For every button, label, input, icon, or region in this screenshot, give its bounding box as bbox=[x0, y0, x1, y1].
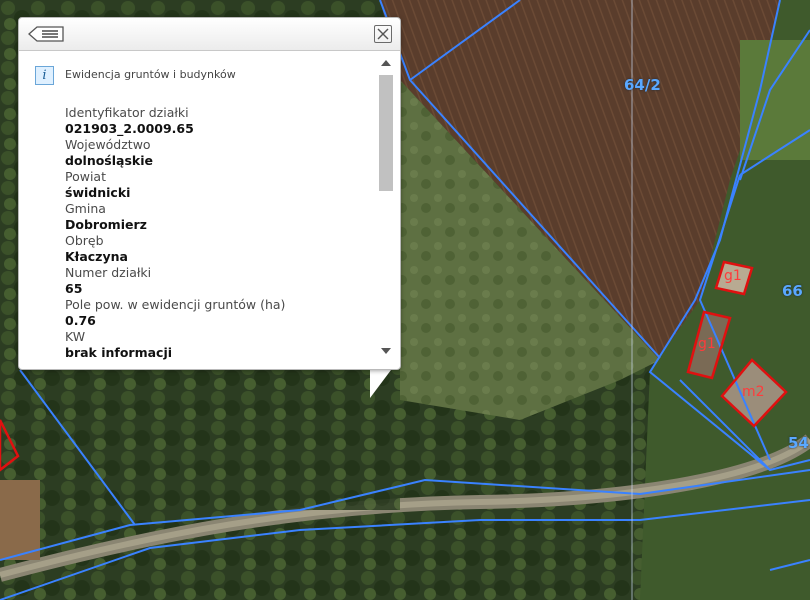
parcel-label: 64/2 bbox=[624, 76, 661, 94]
popup-header bbox=[19, 18, 400, 51]
scrollbar-thumb[interactable] bbox=[379, 75, 393, 191]
field-value: Dobromierz bbox=[65, 217, 147, 232]
parcel-label: 66 bbox=[782, 282, 803, 300]
building-label: m2 bbox=[742, 384, 765, 400]
info-popup: i Ewidencja gruntów i budynków Identyfik… bbox=[18, 17, 401, 370]
field-label: Obręb bbox=[65, 233, 104, 248]
field-label: Pole pow. w ewidencji gruntów (ha) bbox=[65, 297, 286, 312]
scroll-down-arrow-icon[interactable] bbox=[381, 348, 391, 354]
field-value: 65 bbox=[65, 281, 83, 296]
close-button[interactable] bbox=[374, 25, 392, 43]
info-icon: i bbox=[35, 66, 54, 85]
field-label: Identyfikator działki bbox=[65, 105, 189, 120]
list-back-icon bbox=[28, 26, 64, 42]
building-label: g1 bbox=[724, 268, 742, 284]
scroll-up-arrow-icon[interactable] bbox=[381, 60, 391, 66]
field-label: KW bbox=[65, 329, 86, 344]
field-value: świdnicki bbox=[65, 185, 131, 200]
building-label: g1 bbox=[698, 336, 716, 352]
field-label: Województwo bbox=[65, 137, 151, 152]
field-label: Gmina bbox=[65, 201, 106, 216]
field-value: brak informacji bbox=[65, 345, 173, 360]
field-value: 0.76 bbox=[65, 313, 96, 328]
close-icon bbox=[377, 28, 389, 40]
attribute-list: Identyfikator działki 021903_2.0009.65 W… bbox=[65, 105, 365, 361]
field-value: 021903_2.0009.65 bbox=[65, 121, 194, 136]
field-value: Kłaczyna bbox=[65, 249, 128, 264]
parcel-label: 54 bbox=[788, 434, 809, 452]
back-to-list-button[interactable] bbox=[27, 25, 65, 43]
field-label: Powiat bbox=[65, 169, 106, 184]
popup-content[interactable]: i Ewidencja gruntów i budynków Identyfik… bbox=[19, 58, 377, 362]
layer-title: Ewidencja gruntów i budynków bbox=[65, 68, 236, 81]
field-label: Numer działki bbox=[65, 265, 152, 280]
popup-scrollbar[interactable] bbox=[377, 58, 395, 364]
popup-pointer bbox=[370, 366, 394, 398]
field-value: dolnośląskie bbox=[65, 153, 153, 168]
